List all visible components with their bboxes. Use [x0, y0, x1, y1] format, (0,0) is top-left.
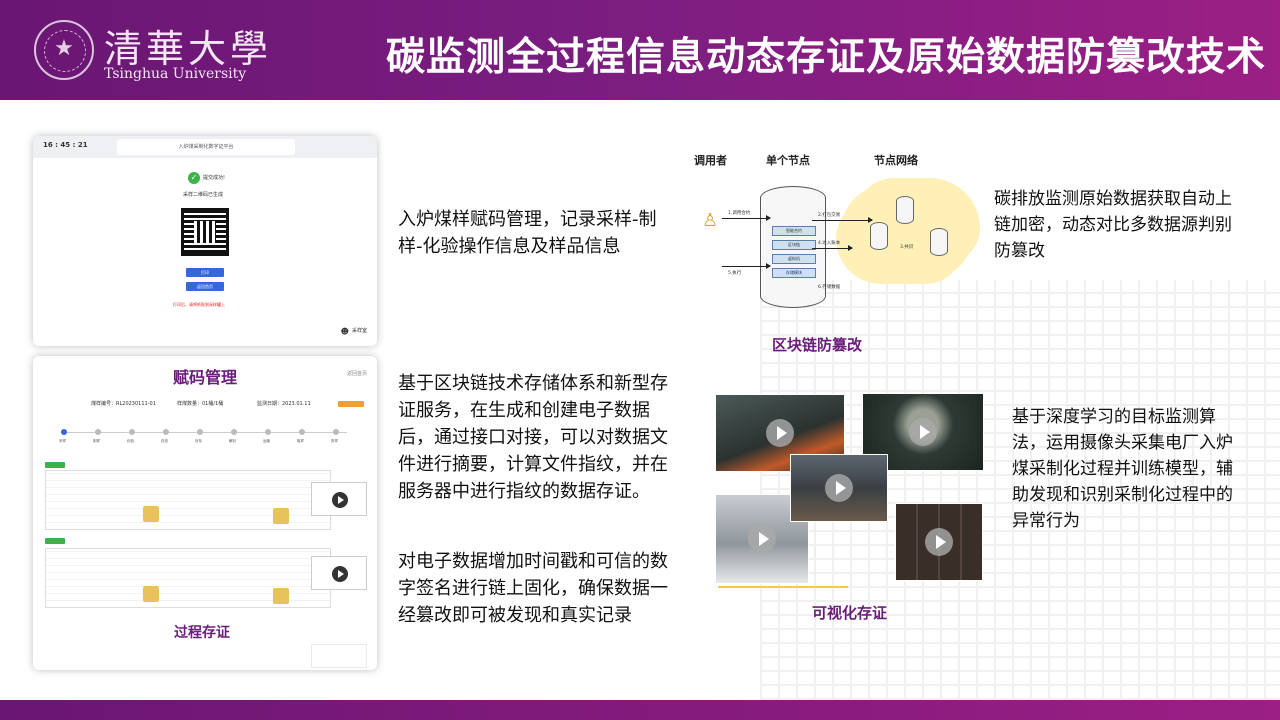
- timestamp-signature-description: 对电子数据增加时间戳和可信的数字签名进行链上固化，确保数据一经篡改即可被发现和真…: [398, 551, 668, 626]
- monitor-date-text: 监测日期：2023.01.11: [257, 401, 311, 407]
- sample-count-text: 样煤数量：01桶/1桶: [177, 401, 224, 407]
- process-caption: 过程存证: [174, 625, 230, 641]
- step-label: 制样: [93, 439, 100, 443]
- footer-bar: [0, 700, 1280, 720]
- contract-box: 智能合约: [772, 226, 816, 236]
- pack-arrow: [812, 217, 873, 223]
- node-cylinder-icon: [870, 222, 888, 250]
- print-warning-text: 打印后，请将纸贴到采样罐上: [173, 302, 225, 307]
- step-dot: [163, 429, 169, 435]
- video-thumbnail[interactable]: [790, 454, 888, 522]
- preparation-badge: [45, 538, 65, 544]
- video-thumbnail[interactable]: [311, 644, 367, 668]
- app-title: 入炉煤采制化数字证平台: [117, 139, 295, 155]
- play-icon[interactable]: [909, 418, 937, 446]
- arrow-label: 2.打包交易: [818, 213, 841, 218]
- raw-data-chain-description: 碳排放监测原始数据获取自动上链加密，动态对比多数据源判别防篡改: [994, 189, 1232, 261]
- step-label: 化验: [127, 439, 134, 443]
- step-dot: [129, 429, 135, 435]
- step-dot: [231, 429, 237, 435]
- play-icon[interactable]: [766, 419, 794, 447]
- blockchain-caption: 区块链防篡改: [772, 336, 863, 354]
- university-name-en: Tsinghua University: [104, 66, 247, 82]
- step-label: 取样: [297, 439, 304, 443]
- step-label: 存查: [161, 439, 168, 443]
- worker-avatar: [273, 508, 289, 524]
- slide-title: 碳监测全过程信息动态存证及原始数据防篡改技术: [385, 35, 1266, 80]
- divider-line: [718, 586, 848, 588]
- print-button[interactable]: 打印: [186, 268, 224, 277]
- status-tag: [338, 401, 364, 407]
- caller-label: 调用者: [694, 154, 727, 167]
- sample-id-text: 煤样编号：RL20230111-01: [91, 401, 156, 407]
- university-name-cn: 清華大學: [104, 27, 273, 71]
- play-icon[interactable]: [332, 492, 348, 508]
- execute-arrow: [722, 263, 771, 269]
- vm-box: 虚拟机: [772, 254, 816, 264]
- play-icon[interactable]: [748, 525, 776, 553]
- video-thumbnail[interactable]: [311, 556, 367, 590]
- step-label: 运输: [263, 439, 270, 443]
- sampling-room-label: 采样室: [351, 328, 367, 334]
- node-cylinder-icon: [930, 228, 948, 256]
- step-dot: [333, 429, 339, 435]
- storage-box: 存储模块: [772, 268, 816, 278]
- success-check-icon: ✓: [188, 172, 200, 184]
- app-top-bar: 16 : 45 : 21 入炉煤采制化数字证平台: [33, 136, 377, 158]
- step-dot: [299, 429, 305, 435]
- coal-sampling-description: 入炉煤样赋码管理，记录采样-制样-化验操作信息及样品信息: [398, 209, 657, 257]
- step-label: 解封: [229, 439, 236, 443]
- worker-avatar: [143, 586, 159, 602]
- arrow-label: 5.执行: [728, 271, 742, 276]
- sampling-badge: [45, 462, 65, 468]
- visual-caption: 可视化存证: [812, 604, 888, 622]
- play-icon[interactable]: [925, 528, 953, 556]
- qr-screen-panel: 16 : 45 : 21 入炉煤采制化数字证平台 ✓ 提交成功! 采样二维码已生…: [33, 136, 377, 346]
- node-network-label: 节点网络: [874, 154, 918, 167]
- video-thumbnail[interactable]: [895, 503, 983, 581]
- step-dot: [197, 429, 203, 435]
- return-home-link[interactable]: 返回首页: [347, 370, 367, 377]
- blockchain-box: 区块链: [772, 240, 816, 250]
- step-dot: [265, 429, 271, 435]
- clock-time: 16 : 45 : 21: [43, 141, 88, 149]
- step-dot: [61, 429, 67, 435]
- worker-avatar: [143, 506, 159, 522]
- university-seal-icon: [34, 20, 94, 80]
- blockchain-storage-description: 基于区块链技术存储体系和新型存证服务，在生成和创建电子数据后，通过接口对接，可以…: [398, 373, 668, 502]
- arrow-label: 3.共识: [900, 245, 914, 250]
- video-thumbnail[interactable]: [311, 482, 367, 516]
- arrow-label: 1.调用合约: [728, 211, 751, 216]
- step-dot: [95, 429, 101, 435]
- worker-avatar: [273, 588, 289, 604]
- step-label: 采样: [59, 439, 66, 443]
- step-label: 弃样: [331, 439, 338, 443]
- back-home-button[interactable]: 返回首页: [186, 282, 224, 291]
- ledger-arrow: [812, 245, 853, 251]
- single-node-label: 单个节点: [766, 154, 810, 167]
- success-text: 提交成功!: [203, 175, 226, 181]
- robot-icon: ☻: [340, 327, 349, 336]
- call-arrow: [722, 215, 771, 221]
- arrow-label: 6.存储数据: [818, 285, 841, 290]
- play-icon[interactable]: [825, 474, 853, 502]
- step-label: 封存: [195, 439, 202, 443]
- play-icon[interactable]: [332, 566, 348, 582]
- qr-generated-text: 采样二维码已生成: [183, 192, 224, 198]
- code-management-title: 赋码管理: [173, 368, 238, 387]
- node-cylinder-icon: [896, 196, 914, 224]
- deep-learning-description: 基于深度学习的目标监测算法，运用摄像头采集电厂入炉煤采制化过程并训练模型，辅助发…: [1012, 407, 1233, 531]
- header-bar: 清華大學 Tsinghua University 碳监测全过程信息动态存证及原始…: [0, 0, 1280, 100]
- arrow-label: 4.达入账本: [818, 241, 841, 246]
- qr-code-image: [181, 208, 229, 256]
- user-icon: ♙: [702, 210, 719, 231]
